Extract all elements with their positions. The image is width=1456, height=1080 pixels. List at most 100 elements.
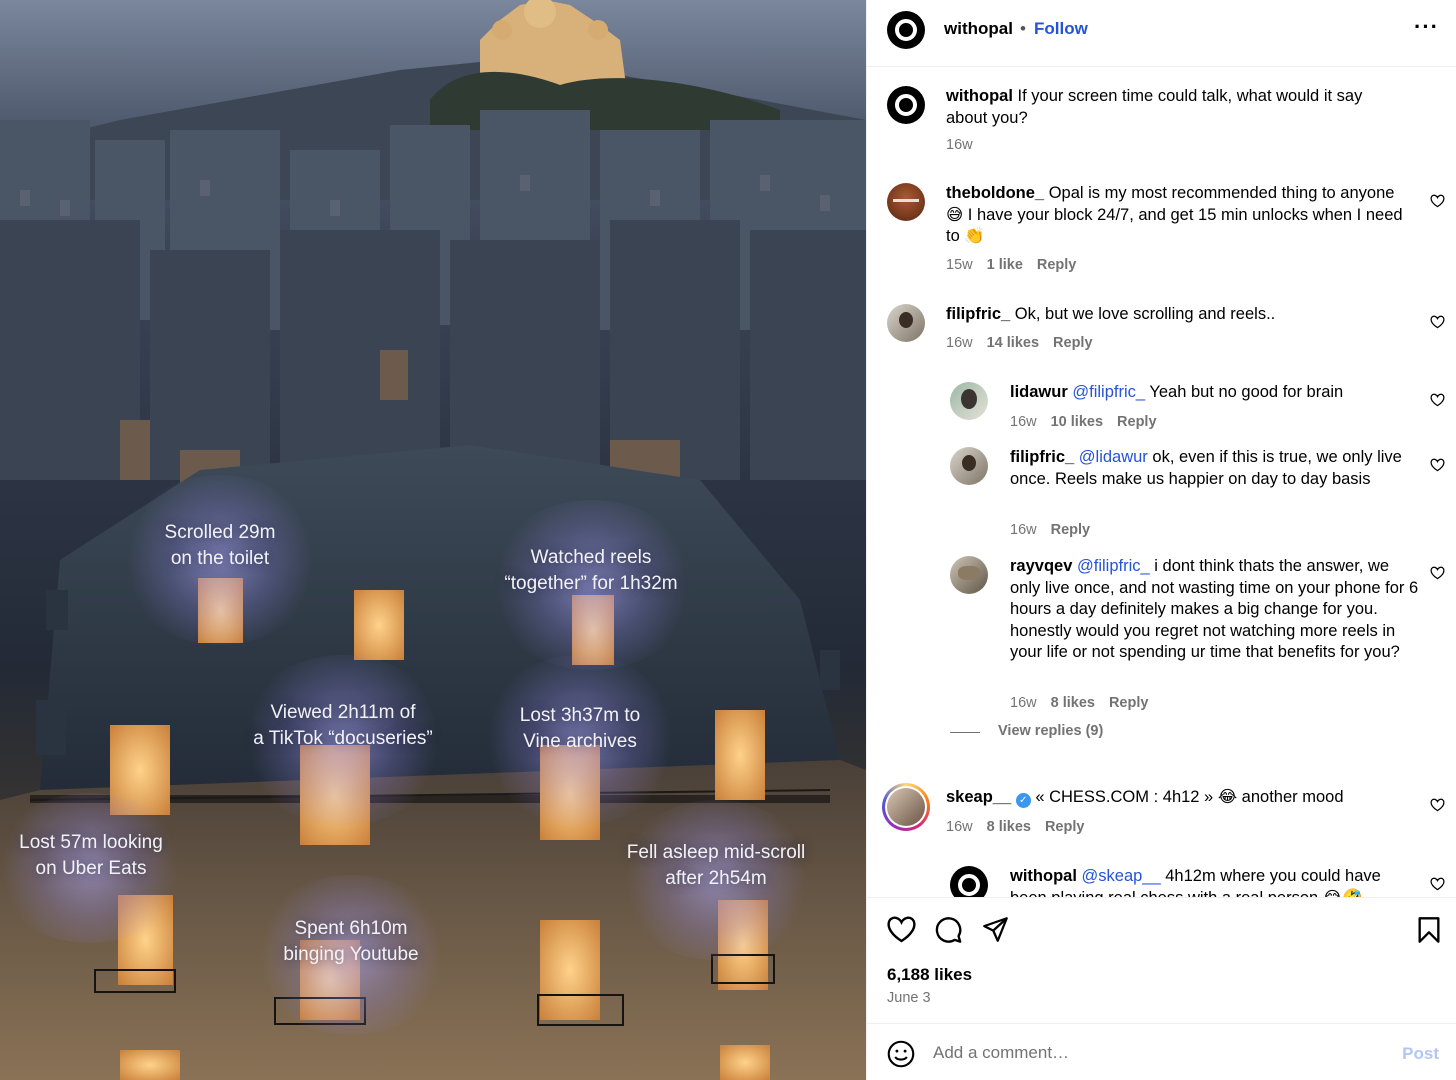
reply: rayvqev @filipfric_ i dont think thats t…: [1010, 556, 1420, 664]
follow-button[interactable]: Follow: [1034, 19, 1088, 39]
comment-username[interactable]: skeap__: [946, 788, 1011, 806]
comment-meta: 16w Reply: [1010, 522, 1090, 538]
commenter-avatar[interactable]: [950, 447, 988, 485]
comment-likes[interactable]: 1 like: [987, 257, 1023, 273]
comment-meta: 16w 8 likes Reply: [1010, 695, 1148, 711]
overlay-line: Vine archives: [523, 731, 637, 752]
comment: filipfric_ Ok, but we love scrolling and…: [946, 304, 1416, 326]
commenter-avatar[interactable]: [887, 304, 925, 342]
commenter-avatar[interactable]: [887, 788, 925, 826]
commenter-avatar[interactable]: [887, 183, 925, 221]
post-side-panel: withopal • Follow ··· withopal If your s…: [866, 0, 1456, 1080]
post-comment-button[interactable]: Post: [1402, 1044, 1439, 1064]
overlay-line: Scrolled 29m: [164, 522, 276, 543]
reply: withopal @skeap__ 4h12m where you could …: [1010, 866, 1420, 897]
overlay-line: after 2h54m: [665, 868, 767, 889]
comment-username[interactable]: filipfric_: [1010, 448, 1074, 466]
like-heart-icon[interactable]: [1430, 877, 1445, 891]
like-heart-icon[interactable]: [887, 916, 916, 943]
reply-button[interactable]: Reply: [1109, 695, 1149, 711]
overlay-line: a TikTok “docuseries”: [253, 728, 433, 749]
comment-text: « CHESS.COM : 4h12 » 😂 another mood: [1035, 788, 1344, 806]
more-options-icon[interactable]: ···: [1414, 14, 1439, 40]
post-actions: 6,188 likes June 3: [867, 897, 1456, 1023]
overlay-caption: Spent 6h10m binging Youtube: [283, 916, 418, 968]
reply-button[interactable]: Reply: [1037, 257, 1077, 273]
like-heart-icon[interactable]: [1430, 458, 1445, 472]
caption-time: 16w: [946, 137, 973, 153]
comment-text: Ok, but we love scrolling and reels..: [1014, 305, 1276, 323]
caption-avatar[interactable]: [887, 86, 925, 124]
like-heart-icon[interactable]: [1430, 798, 1445, 812]
commenter-avatar[interactable]: [950, 866, 988, 897]
comment-time: 16w: [946, 335, 973, 351]
overlay-line: Watched reels: [530, 547, 652, 568]
reply-button[interactable]: Reply: [1117, 414, 1157, 430]
post-photo: Scrolled 29m on the toilet Watched reels…: [0, 0, 866, 1080]
separator-dot: •: [1020, 19, 1026, 38]
add-comment-bar: Post: [867, 1023, 1456, 1080]
like-heart-icon[interactable]: [1430, 194, 1445, 208]
comment-username[interactable]: theboldone_: [946, 184, 1044, 202]
comment-username[interactable]: rayvqev: [1010, 557, 1072, 575]
share-send-icon[interactable]: [981, 916, 1010, 943]
comment-time: 16w: [1010, 522, 1037, 538]
comment-meta: 16w 8 likes Reply: [946, 819, 1084, 835]
comment-likes[interactable]: 8 likes: [987, 819, 1031, 835]
comment-time: 16w: [1010, 414, 1037, 430]
like-heart-icon[interactable]: [1430, 315, 1445, 329]
comments-list[interactable]: withopal If your screen time could talk,…: [867, 67, 1456, 897]
overlay-caption: Lost 3h37m to Vine archives: [520, 703, 640, 755]
verified-badge-icon: ✓: [1015, 793, 1031, 808]
reply-button[interactable]: Reply: [1053, 335, 1093, 351]
comment-text: i dont think thats the answer, we only l…: [1010, 557, 1419, 661]
post-header: withopal • Follow ···: [867, 0, 1456, 67]
comment-input[interactable]: [933, 1036, 1373, 1070]
overlay-line: Spent 6h10m: [294, 918, 408, 939]
comment-username[interactable]: withopal: [1010, 867, 1077, 885]
overlay-caption: Scrolled 29m on the toilet: [165, 520, 276, 572]
comment-username[interactable]: lidawur: [1010, 383, 1068, 401]
likes-count[interactable]: 6,188 likes: [887, 965, 972, 985]
overlay-caption: Lost 57m looking on Uber Eats: [19, 830, 163, 882]
comment-bubble-icon[interactable]: [934, 916, 963, 944]
comment-meta: 16w 14 likes Reply: [946, 335, 1093, 351]
save-bookmark-icon[interactable]: [1417, 916, 1441, 944]
avatar-detail: [893, 199, 919, 202]
view-replies-line: [950, 732, 980, 733]
overlay-line: binging Youtube: [283, 944, 419, 965]
comment-likes[interactable]: 10 likes: [1051, 414, 1103, 430]
comment-time: 15w: [946, 257, 973, 273]
commenter-avatar[interactable]: [950, 556, 988, 594]
mention-link[interactable]: @filipfric_: [1077, 557, 1150, 575]
story-ring[interactable]: [882, 783, 930, 831]
post-date: June 3: [887, 990, 931, 1006]
commenter-avatar[interactable]: [950, 382, 988, 420]
overlay-caption: Watched reels “together” for 1h32m: [504, 545, 677, 597]
comment-meta: 15w 1 like Reply: [946, 257, 1076, 273]
comment-likes[interactable]: 14 likes: [987, 335, 1039, 351]
overlay-line: “together” for 1h32m: [504, 573, 678, 594]
comment-meta: 16w 10 likes Reply: [1010, 414, 1157, 430]
comment-username[interactable]: filipfric_: [946, 305, 1010, 323]
mention-link[interactable]: @filipfric_: [1072, 383, 1145, 401]
like-heart-icon[interactable]: [1430, 393, 1445, 407]
reply: filipfric_ @lidawur ok, even if this is …: [1010, 447, 1420, 490]
author-avatar[interactable]: [887, 11, 925, 49]
comment-text: Yeah but no good for brain: [1149, 383, 1344, 401]
avatar-detail: [962, 455, 976, 471]
mention-link[interactable]: @lidawur: [1079, 448, 1148, 466]
emoji-icon[interactable]: [887, 1040, 915, 1068]
like-heart-icon[interactable]: [1430, 566, 1445, 580]
overlay-line: Fell asleep mid-scroll: [626, 842, 806, 863]
caption-username[interactable]: withopal: [946, 87, 1013, 105]
overlay-line: Lost 57m looking: [19, 832, 163, 853]
view-replies-button[interactable]: View replies (9): [998, 723, 1103, 739]
author-username[interactable]: withopal: [944, 19, 1013, 39]
overlay-line: Viewed 2h11m of: [270, 702, 416, 723]
comment-likes[interactable]: 8 likes: [1051, 695, 1095, 711]
caption-meta: 16w: [946, 137, 973, 153]
mention-link[interactable]: @skeap__: [1082, 867, 1161, 885]
reply-button[interactable]: Reply: [1045, 819, 1085, 835]
reply-button[interactable]: Reply: [1051, 522, 1091, 538]
